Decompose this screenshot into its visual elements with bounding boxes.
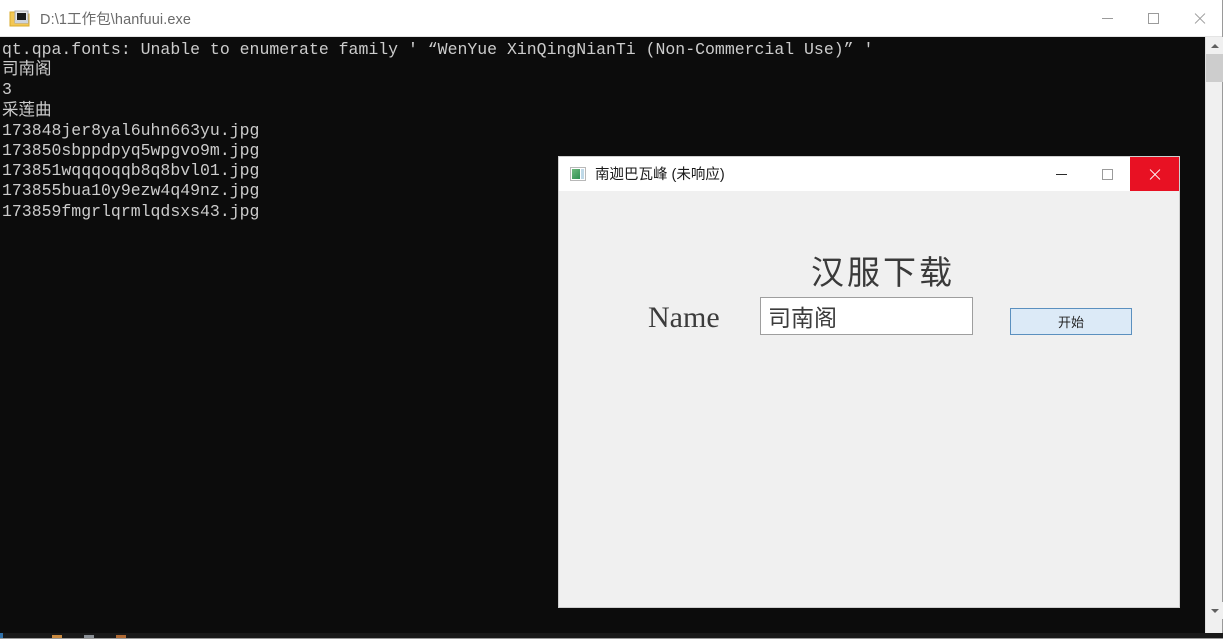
taskbar-icon-1	[52, 635, 62, 638]
minimize-icon	[1055, 173, 1067, 175]
console-window-controls	[1084, 0, 1222, 37]
desktop: D:\1工作包\hanfuui.exe qt.qpa.fonts: Unable…	[0, 0, 1223, 639]
console-scrollbar[interactable]	[1205, 37, 1223, 638]
scrollbar-down-button-wrap	[1206, 602, 1223, 619]
taskbar-icon-2	[84, 635, 94, 638]
name-label: Name	[648, 301, 720, 334]
app-window-icon	[570, 166, 586, 181]
console-close-button[interactable]	[1176, 0, 1222, 37]
close-icon	[1148, 168, 1161, 181]
dialog-maximize-button[interactable]	[1084, 157, 1130, 191]
maximize-icon	[1101, 168, 1113, 180]
hanfu-download-dialog: 南迦巴瓦峰 (未响应) 汉服下载 Name 开始	[558, 156, 1180, 608]
dialog-close-button[interactable]	[1130, 157, 1179, 191]
scrollbar-thumb[interactable]	[1206, 54, 1223, 82]
name-input[interactable]	[760, 297, 973, 335]
taskbar-sliver	[0, 633, 1223, 638]
chevron-down-icon	[1210, 608, 1219, 613]
app-icon-square	[572, 168, 580, 179]
console-titlebar[interactable]: D:\1工作包\hanfuui.exe	[0, 0, 1222, 37]
maximize-icon	[1147, 13, 1159, 24]
dialog-body: 汉服下载 Name 开始	[559, 191, 1179, 607]
dialog-titlebar[interactable]: 南迦巴瓦峰 (未响应)	[559, 157, 1179, 191]
dialog-window-controls	[1038, 157, 1179, 191]
close-icon	[1193, 12, 1206, 25]
dialog-heading: 汉服下载	[811, 256, 955, 292]
console-maximize-button[interactable]	[1130, 0, 1176, 37]
dialog-title-label: 南迦巴瓦峰 (未响应)	[595, 167, 725, 183]
folder-exe-icon	[9, 9, 30, 28]
taskbar-accent	[0, 633, 3, 638]
start-button[interactable]: 开始	[1010, 308, 1132, 335]
app-icon-bar	[581, 168, 584, 179]
scrollbar-down-button[interactable]	[1206, 602, 1223, 619]
console-title-label: D:\1工作包\hanfuui.exe	[40, 11, 191, 28]
chevron-up-icon	[1210, 43, 1219, 48]
dialog-minimize-button[interactable]	[1038, 157, 1084, 191]
console-minimize-button[interactable]	[1084, 0, 1130, 37]
scrollbar-up-button[interactable]	[1206, 37, 1223, 54]
taskbar-icon-3	[116, 635, 126, 638]
minimize-icon	[1101, 17, 1113, 19]
